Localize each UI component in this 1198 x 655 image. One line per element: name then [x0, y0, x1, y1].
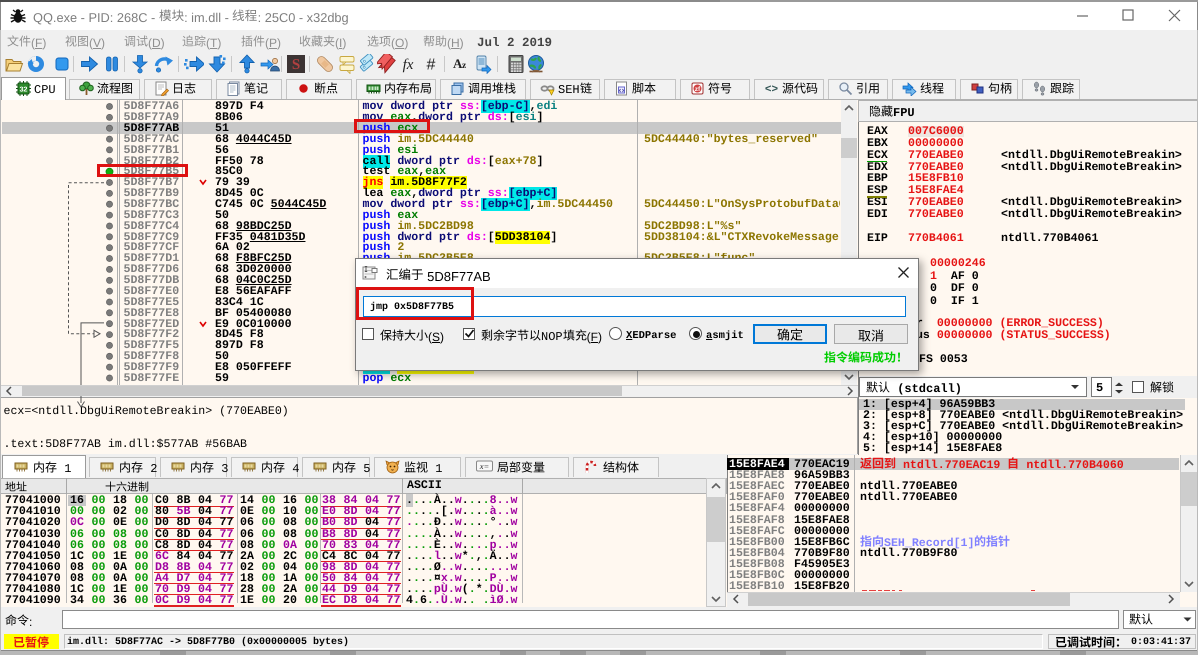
svg-text:x=: x= [479, 461, 490, 471]
